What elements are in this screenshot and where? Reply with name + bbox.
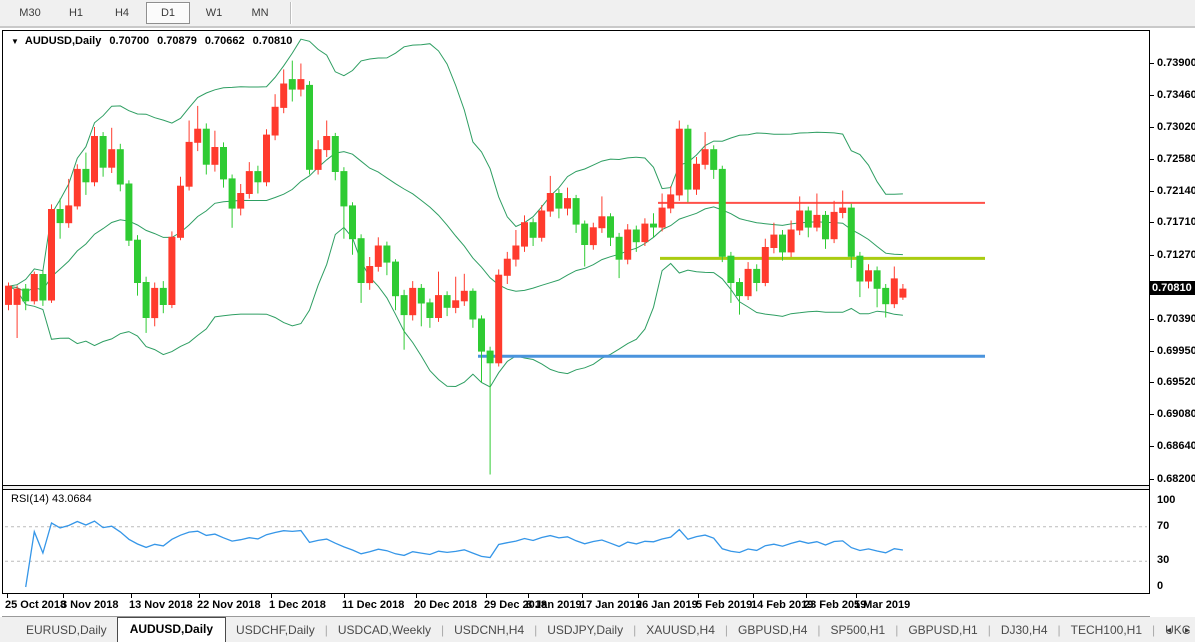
price-axis-label: 0.71270 <box>1157 249 1195 261</box>
price-axis-tick <box>1149 63 1154 64</box>
chart-tab-sp500-h1[interactable]: SP500,H1 <box>821 619 896 642</box>
chart-tab-bar: EURUSD,DailyAUDUSD,DailyUSDCHF,Daily|USD… <box>0 617 1195 642</box>
date-axis-label: 8 Jan 2019 <box>526 599 582 611</box>
quote-high: 0.70879 <box>157 35 197 47</box>
chart-tab-dj30-h4[interactable]: DJ30,H4 <box>991 619 1058 642</box>
date-axis-tick <box>131 594 132 598</box>
chart-tab-gbpusd-h1[interactable]: GBPUSD,H1 <box>898 619 987 642</box>
chart-tab-xauusd-h4[interactable]: XAUUSD,H4 <box>636 619 725 642</box>
rsi-line <box>26 521 903 587</box>
rsi-axis-label: 100 <box>1157 494 1175 506</box>
price-axis-tick <box>1149 191 1154 192</box>
price-axis-tick <box>1149 446 1154 447</box>
price-axis-label: 0.69950 <box>1157 345 1195 357</box>
chart-window[interactable]: ▼ AUDUSD,Daily 0.70700 0.70879 0.70662 0… <box>2 30 1150 594</box>
price-axis-label: 0.72580 <box>1157 153 1195 165</box>
date-axis-label: 5 Feb 2019 <box>696 599 752 611</box>
price-axis-label: 0.72140 <box>1157 185 1195 197</box>
timeframe-button-mn[interactable]: MN <box>238 2 282 24</box>
date-axis-label: 1 Dec 2018 <box>269 599 326 611</box>
date-axis-label: 3 Nov 2018 <box>61 599 118 611</box>
price-axis-label: 0.69520 <box>1157 376 1195 388</box>
date-axis-tick <box>486 594 487 598</box>
date-axis-tick <box>7 594 8 598</box>
date-axis-tick <box>582 594 583 598</box>
chart-tab-usdcnh-h4[interactable]: USDCNH,H4 <box>444 619 534 642</box>
current-price-box: 0.70810 <box>1149 281 1195 295</box>
date-axis-tick <box>753 594 754 598</box>
date-axis-tick <box>416 594 417 598</box>
quote-open: 0.70700 <box>109 35 149 47</box>
quote-low: 0.70662 <box>205 35 245 47</box>
candles-group <box>6 61 906 475</box>
tab-scroll-right-icon[interactable]: ▸ <box>1185 625 1190 636</box>
price-axis-label: 0.73900 <box>1157 57 1195 69</box>
price-axis-label: 0.73460 <box>1157 89 1195 101</box>
date-axis-label: 5 Mar 2019 <box>854 599 910 611</box>
date-axis-label: 20 Dec 2018 <box>414 599 477 611</box>
date-axis-tick <box>856 594 857 598</box>
date-axis-tick <box>638 594 639 598</box>
chart-tab-eurusd-daily[interactable]: EURUSD,Daily <box>16 619 117 642</box>
mt4-application-window: M30H1H4D1W1MN ▼ AUDUSD,Daily 0.70700 0.7… <box>0 0 1195 642</box>
quote-close: 0.70810 <box>253 35 293 47</box>
date-axis-label: 26 Jan 2019 <box>636 599 698 611</box>
date-axis-label: 13 Nov 2018 <box>129 599 193 611</box>
rsi-axis-label: 70 <box>1157 520 1169 532</box>
chart-tab-usdjpy-daily[interactable]: USDJPY,Daily <box>537 619 633 642</box>
price-axis-tick <box>1149 127 1154 128</box>
price-axis-tick <box>1149 95 1154 96</box>
timeframe-button-w1[interactable]: W1 <box>192 2 236 24</box>
chart-tab-tech100-h1[interactable]: TECH100,H1 <box>1061 619 1152 642</box>
price-axis-tick <box>1149 222 1154 223</box>
price-axis-tick <box>1149 414 1154 415</box>
price-axis-tick <box>1149 382 1154 383</box>
chart-tab-usdcad-weekly[interactable]: USDCAD,Weekly <box>328 619 441 642</box>
price-axis-label: 0.73020 <box>1157 121 1195 133</box>
timeframe-toolbar: M30H1H4D1W1MN <box>0 0 1195 28</box>
price-axis-label: 0.70390 <box>1157 313 1195 325</box>
chart-symbol-label: AUDUSD,Daily <box>25 35 101 47</box>
timeframe-button-h1[interactable]: H1 <box>54 2 98 24</box>
price-axis-tick <box>1149 159 1154 160</box>
timeframe-button-d1[interactable]: D1 <box>146 2 190 24</box>
date-axis-tick <box>344 594 345 598</box>
rsi-indicator-label: RSI(14) 43.0684 <box>11 493 92 505</box>
date-axis-tick <box>271 594 272 598</box>
timeframe-button-m30[interactable]: M30 <box>8 2 52 24</box>
date-axis: 25 Oct 20183 Nov 2018 13 Nov 2018 22 Nov 2… <box>2 594 1150 617</box>
rsi-indicator-pane[interactable] <box>3 488 1149 593</box>
main-chart-pane[interactable] <box>3 31 1149 485</box>
date-axis-label: 25 Oct 2018 <box>5 599 66 611</box>
chart-title: ▼ AUDUSD,Daily 0.70700 0.70879 0.70662 0… <box>11 35 292 47</box>
chart-dropdown-icon[interactable]: ▼ <box>11 37 19 46</box>
price-axis: 0.73900 0.73460 0.73020 0.72580 0.72140 0.717… <box>1152 30 1195 594</box>
price-axis-label: 0.69080 <box>1157 408 1195 420</box>
chart-tab-gbpusd-h4[interactable]: GBPUSD,H4 <box>728 619 817 642</box>
timeframe-button-h4[interactable]: H4 <box>100 2 144 24</box>
chart-tab-audusd-daily[interactable]: AUDUSD,Daily <box>117 617 226 642</box>
price-axis-label: 0.68200 <box>1157 473 1195 485</box>
date-axis-label: 22 Nov 2018 <box>197 599 261 611</box>
price-axis-tick <box>1149 255 1154 256</box>
toolbar-separator <box>290 2 292 24</box>
chart-tab-usdchf-daily[interactable]: USDCHF,Daily <box>226 619 325 642</box>
price-axis-label: 0.68640 <box>1157 440 1195 452</box>
date-axis-tick <box>806 594 807 598</box>
date-axis-label: 17 Jan 2019 <box>580 599 642 611</box>
price-axis-tick <box>1149 479 1154 480</box>
price-axis-label: 0.71710 <box>1157 216 1195 228</box>
date-axis-label: 11 Dec 2018 <box>342 599 404 611</box>
date-axis-tick <box>698 594 699 598</box>
date-axis-tick <box>199 594 200 598</box>
price-axis-tick <box>1149 351 1154 352</box>
date-axis-tick <box>528 594 529 598</box>
price-axis-tick <box>1149 319 1154 320</box>
rsi-axis-label: 30 <box>1157 554 1169 566</box>
tab-scroll-left-icon[interactable]: ◂ <box>1166 625 1171 636</box>
rsi-axis-label: 0 <box>1157 580 1163 592</box>
date-axis-tick <box>63 594 64 598</box>
